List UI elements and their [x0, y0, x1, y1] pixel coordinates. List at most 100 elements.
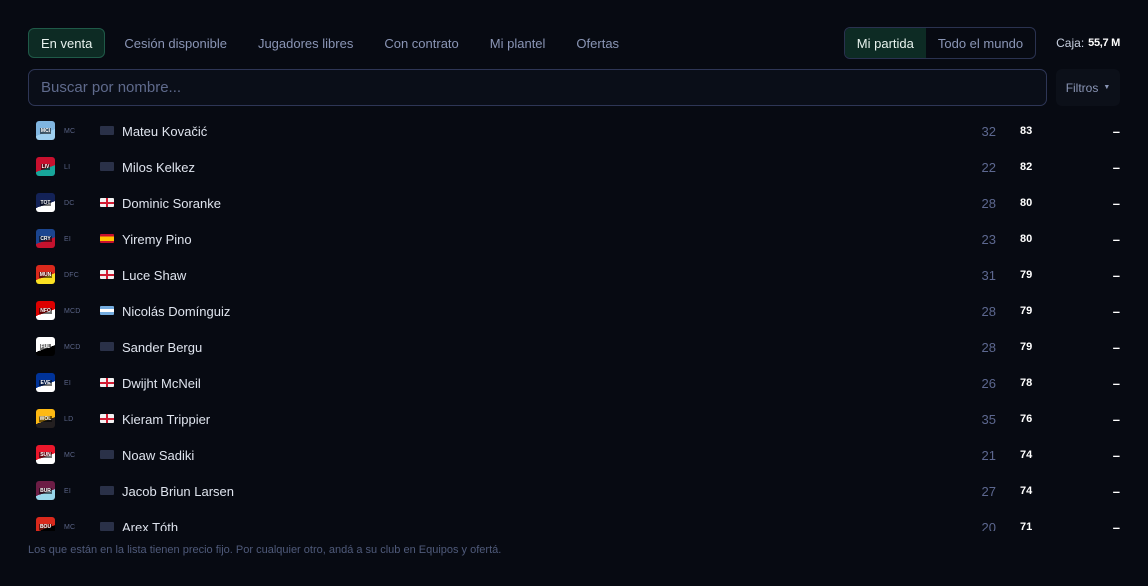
- player-age: 28: [981, 195, 996, 211]
- club-abbr: BUR: [39, 487, 52, 494]
- nationality-flag-icon: [100, 342, 114, 351]
- player-name: Yiremy Pino: [122, 231, 192, 247]
- player-name: Dwijht McNeil: [122, 375, 201, 391]
- club-crest-icon: BOU: [36, 517, 55, 531]
- player-price: –: [1112, 447, 1120, 463]
- player-price: –: [1112, 411, 1120, 427]
- player-age: 35: [981, 411, 996, 427]
- player-name: Noaw Sadiki: [122, 447, 195, 463]
- player-position: LD: [64, 415, 74, 423]
- player-row[interactable]: EVE EI Dwijht McNeil 26 78 –: [28, 365, 1120, 401]
- player-name: Milos Kelkez: [122, 159, 195, 175]
- player-price: –: [1112, 519, 1120, 532]
- club-crest-icon: WOL: [36, 409, 55, 428]
- player-price: –: [1112, 123, 1120, 139]
- player-name: Sander Bergu: [122, 339, 203, 355]
- player-rating: 79: [1020, 305, 1033, 317]
- player-position: MC: [64, 451, 76, 459]
- scope-toggle: Mi partida Todo el mundo: [843, 27, 1037, 59]
- club-crest-icon: MCI: [36, 121, 55, 140]
- player-age: 22: [981, 159, 996, 175]
- club-abbr: SUN: [39, 451, 52, 458]
- cash-display: Caja: 55,7 M: [1056, 36, 1120, 50]
- player-row[interactable]: BUR EI Jacob Briun Larsen 27 74 –: [28, 473, 1120, 509]
- player-row[interactable]: TOT DC Dominic Soranke 28 80 –: [28, 185, 1120, 221]
- player-age: 28: [981, 339, 996, 355]
- player-row[interactable]: MUN DFC Luce Shaw 31 79 –: [28, 257, 1120, 293]
- club-crest-icon: TOT: [36, 193, 55, 212]
- club-abbr: BOU: [38, 523, 53, 530]
- player-name: Jacob Briun Larsen: [122, 483, 235, 499]
- player-row[interactable]: SUN MC Noaw Sadiki 21 74 –: [28, 437, 1120, 473]
- filters-label: Filtros: [1065, 80, 1099, 95]
- player-age: 21: [981, 447, 996, 463]
- player-row[interactable]: FUL MCD Sander Bergu 28 79 –: [28, 329, 1120, 365]
- player-name: Dominic Soranke: [122, 195, 221, 211]
- nationality-flag-icon: [100, 162, 114, 171]
- player-name: Kieram Trippier: [122, 411, 211, 427]
- player-row[interactable]: WOL LD Kieram Trippier 35 76 –: [28, 401, 1120, 437]
- top-bar: En venta Cesión disponible Jugadores libre…: [28, 27, 1120, 59]
- nationality-flag-icon: [100, 126, 114, 135]
- filters-button[interactable]: Filtros ▼: [1056, 69, 1120, 106]
- nationality-flag-icon: [100, 450, 114, 459]
- player-row[interactable]: NFO MCD Nicolás Domínguiz 28 79 –: [28, 293, 1120, 329]
- nationality-flag-icon: [100, 306, 114, 315]
- player-price: –: [1112, 483, 1120, 499]
- tab-cesi-n-disponible[interactable]: Cesión disponible: [112, 28, 239, 58]
- player-age: 27: [981, 483, 996, 499]
- search-input[interactable]: [28, 69, 1047, 106]
- player-name: Mateu Kovačić: [122, 123, 208, 139]
- player-age: 32: [981, 123, 996, 139]
- market-tabs: En venta Cesión disponible Jugadores libre…: [28, 28, 638, 58]
- tab-jugadores-libres[interactable]: Jugadores libres: [246, 28, 365, 58]
- player-position: MCD: [64, 343, 81, 351]
- club-abbr: EVE: [39, 379, 52, 386]
- caret-down-icon: ▼: [1103, 84, 1111, 91]
- player-position: EI: [64, 235, 72, 243]
- nationality-flag-icon: [100, 270, 114, 279]
- player-row[interactable]: MCI MC Mateu Kovačić 32 83 –: [28, 113, 1120, 149]
- club-crest-icon: FUL: [36, 337, 55, 356]
- nationality-flag-icon: [100, 486, 114, 495]
- player-row[interactable]: LIV LI Milos Kelkez 22 82 –: [28, 149, 1120, 185]
- player-list: MCI MC Mateu Kovačić 32 83 – LIV LI Milos Kelkez…: [28, 113, 1120, 531]
- player-rating: 80: [1020, 233, 1033, 245]
- club-crest-icon: EVE: [36, 373, 55, 392]
- player-price: –: [1112, 267, 1120, 283]
- player-position: MC: [64, 523, 76, 531]
- tab-con-contrato[interactable]: Con contrato: [372, 28, 470, 58]
- tab-ofertas[interactable]: Ofertas: [564, 28, 631, 58]
- player-position: DFC: [64, 271, 79, 279]
- club-abbr: CRY: [39, 235, 52, 242]
- player-price: –: [1112, 303, 1120, 319]
- player-price: –: [1112, 195, 1120, 211]
- player-price: –: [1112, 159, 1120, 175]
- player-position: EI: [64, 379, 72, 387]
- player-position: MC: [64, 127, 76, 135]
- player-row[interactable]: BOU MC Arex Tóth 20 71 –: [28, 509, 1120, 531]
- club-abbr: NFO: [39, 307, 52, 314]
- nationality-flag-icon: [100, 234, 114, 243]
- player-price: –: [1112, 231, 1120, 247]
- player-rating: 82: [1020, 161, 1033, 173]
- player-row[interactable]: CRY EI Yiremy Pino 23 80 –: [28, 221, 1120, 257]
- nationality-flag-icon: [100, 198, 114, 207]
- scope-world-button[interactable]: Todo el mundo: [926, 28, 1035, 58]
- player-price: –: [1112, 375, 1120, 391]
- player-rating: 74: [1020, 485, 1033, 497]
- player-name: Arex Tóth: [122, 519, 179, 532]
- tab-en-venta[interactable]: En venta: [28, 28, 106, 58]
- club-abbr: TOT: [39, 199, 52, 206]
- player-position: DC: [64, 199, 75, 207]
- club-crest-icon: LIV: [36, 157, 55, 176]
- club-abbr: LIV: [40, 163, 51, 170]
- nationality-flag-icon: [100, 522, 114, 531]
- scope-mine-button[interactable]: Mi partida: [844, 28, 926, 58]
- tab-mi-plantel[interactable]: Mi plantel: [478, 28, 558, 58]
- club-crest-icon: SUN: [36, 445, 55, 464]
- club-crest-icon: MUN: [36, 265, 55, 284]
- club-abbr: WOL: [38, 415, 53, 422]
- footnote: Los que están en la lista tienen precio …: [28, 544, 502, 556]
- cash-value: 55,7 M: [1088, 37, 1120, 49]
